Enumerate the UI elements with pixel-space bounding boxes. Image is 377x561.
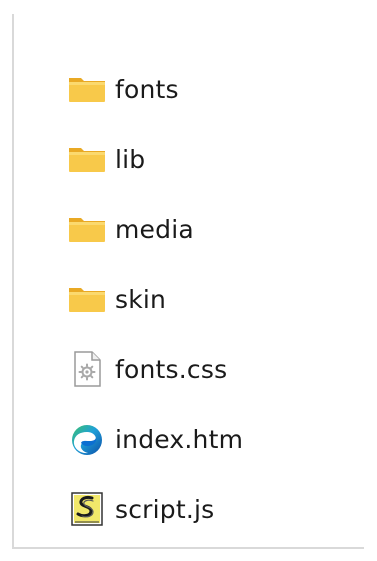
item-name: fonts (115, 74, 179, 104)
item-name: fonts.css (115, 354, 228, 384)
list-item-script-js[interactable]: script.js (67, 474, 243, 544)
folder-icon (67, 279, 107, 319)
list-item-media-folder[interactable]: media (67, 194, 243, 264)
javascript-file-icon (67, 489, 107, 529)
edge-browser-icon (67, 419, 107, 459)
item-name: media (115, 214, 194, 244)
folder-icon (67, 69, 107, 109)
folder-icon (67, 139, 107, 179)
file-list-pane: fonts lib media skin fonts.css index.htm… (12, 14, 364, 549)
list-item-fonts-folder[interactable]: fonts (67, 54, 243, 124)
css-file-icon (67, 349, 107, 389)
list-item-fonts-css[interactable]: fonts.css (67, 334, 243, 404)
item-name: index.htm (115, 424, 244, 454)
list-item-skin-folder[interactable]: skin (67, 264, 243, 334)
item-name: lib (115, 144, 146, 174)
list-item-lib-folder[interactable]: lib (67, 124, 243, 194)
item-name: script.js (115, 494, 215, 524)
item-name: skin (115, 284, 167, 314)
list-item-index-htm[interactable]: index.htm (67, 404, 243, 474)
file-list: fonts lib media skin fonts.css index.htm… (67, 54, 243, 544)
folder-icon (67, 209, 107, 249)
